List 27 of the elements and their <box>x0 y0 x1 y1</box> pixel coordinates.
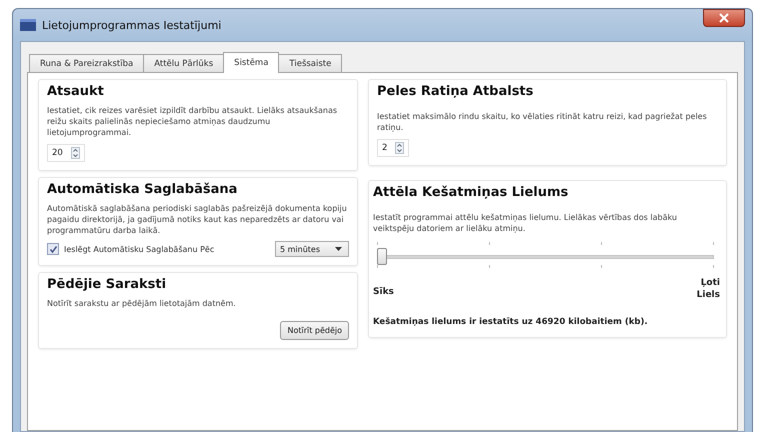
description: Iestatīt programmai attēlu kešatmiņas lielumu. Lielākas vērtības dos labāku veiktspēju datoriem ar lielāku atmiņu. <box>373 212 678 234</box>
cache-size-slider[interactable] <box>377 248 714 265</box>
close-button[interactable] <box>703 9 745 27</box>
caret-icon <box>335 247 342 251</box>
checkbox-label: Ieslēgt Automātisku Saglabāšanu Pēc <box>64 244 216 254</box>
description: Notīrīt sarakstu ar pēdējām lietotajām datnēm. <box>47 298 237 309</box>
app-icon <box>20 19 36 31</box>
description: Iestatiet maksimālo rindu skaitu, ko vēlaties ritināt katru reizi, kad pagriežat peles ratiņu. <box>377 111 708 133</box>
min-label: Sīks <box>373 287 394 297</box>
description: Automātiskā saglabāšana periodiski saglabās pašreizējā dokumenta kopiju pagaidu direktorijā, ja gadījumā notiks kaut kas neparedzēts ar datoru vai programmatūru darba laikā. <box>47 203 348 236</box>
number-spinner[interactable]: 2 <box>377 139 410 157</box>
tab[interactable]: Sistēma <box>223 52 280 73</box>
window-title: Lietojumprogrammas Iestatījumi <box>42 18 222 32</box>
description: Iestatiet, cik reizes varēsiet izpildīt darbību atsaukt. Lielāks atsaukšanas reižu skaits palielinās nepieciešamo atmiņas daudzumu lietojumprogrammai. <box>47 105 338 138</box>
checkbox[interactable] <box>47 243 59 255</box>
tab[interactable]: Runa & Pareizrakstība <box>29 54 144 72</box>
spinner-arrows-icon <box>70 147 80 159</box>
cache-status: Kešatmiņas lielums ir iestatīts uz 46920 kilobaitiem (kb). <box>373 317 649 329</box>
clear-recent-button[interactable]: Notīrīt pēdējo <box>280 321 349 340</box>
close-icon <box>719 13 729 23</box>
max-label: Ļoti Liels <box>696 277 720 301</box>
tab[interactable]: Attēlu Pārlūks <box>143 54 224 72</box>
number-spinner[interactable]: 20 <box>47 144 85 162</box>
spinner-arrows-icon <box>395 142 404 154</box>
interval-dropdown[interactable]: 5 minūtes <box>275 241 349 257</box>
tab[interactable]: Tiešsaiste <box>278 54 342 72</box>
slider-thumb[interactable] <box>377 248 387 265</box>
